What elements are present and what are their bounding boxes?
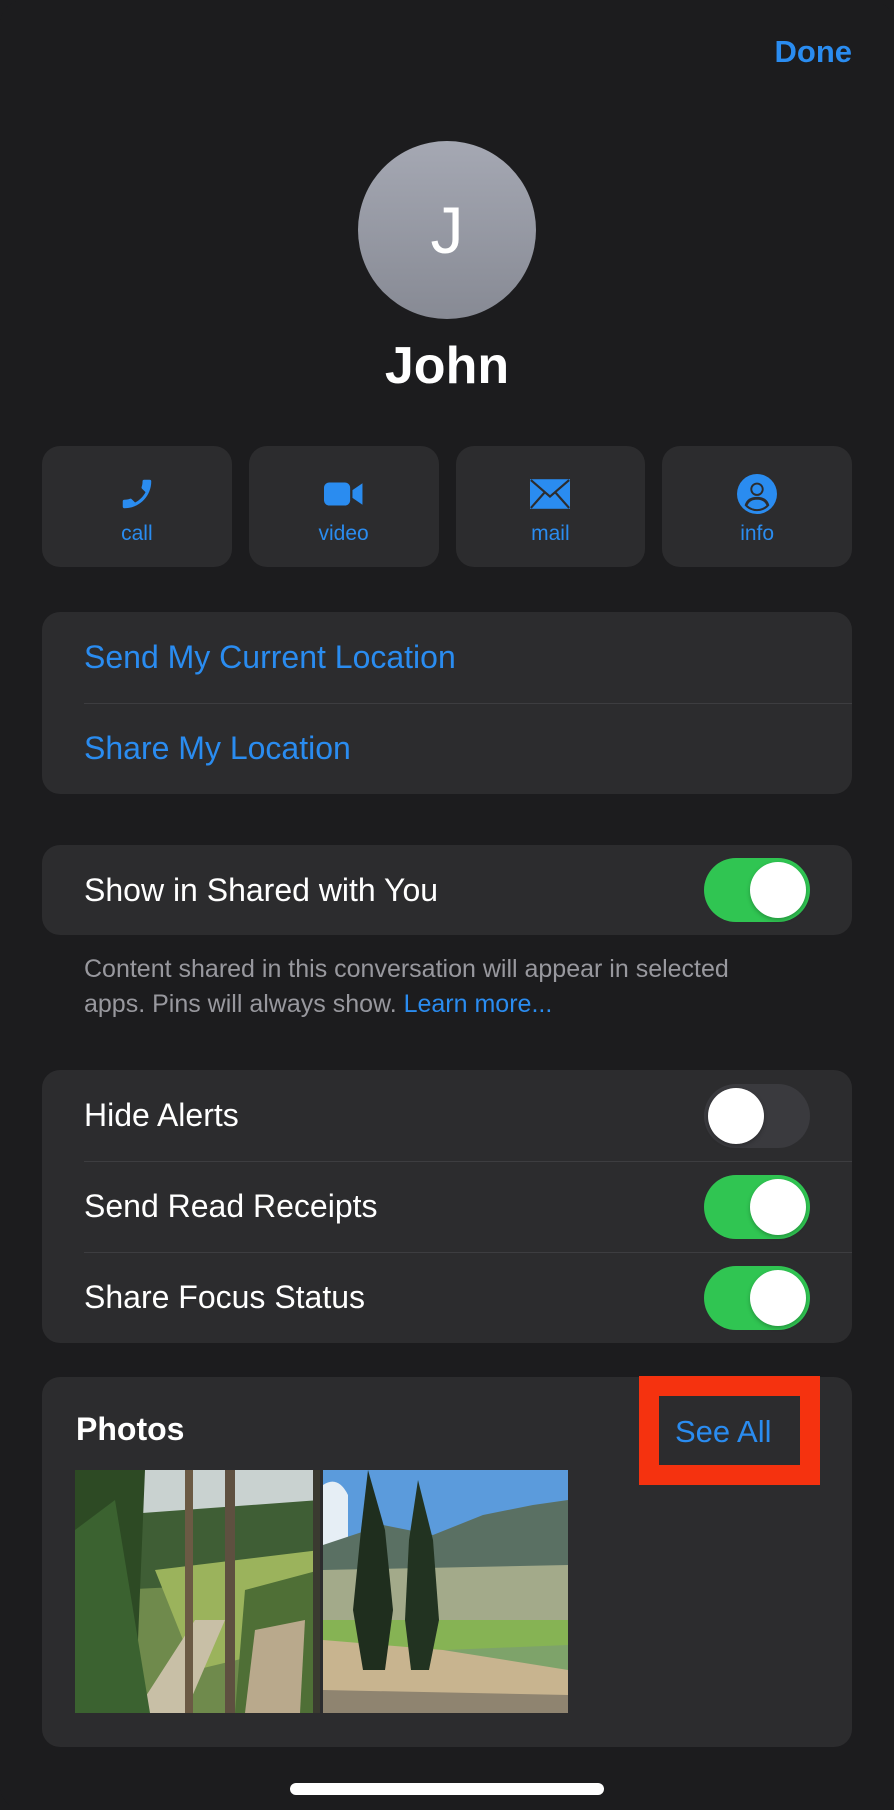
share-location-link[interactable]: Share My Location xyxy=(84,730,810,767)
conversation-settings-card: Hide Alerts Send Read Receipts Share Foc… xyxy=(42,1070,852,1343)
toggle-knob xyxy=(750,1269,806,1326)
video-button[interactable]: video xyxy=(248,446,439,567)
envelope-icon xyxy=(530,474,571,514)
contact-name: John xyxy=(384,337,510,395)
shared-with-you-row: Show in Shared with You xyxy=(42,845,852,935)
home-indicator[interactable] xyxy=(290,1783,604,1795)
photos-card: Photos See All xyxy=(42,1377,852,1747)
toggle-knob xyxy=(750,1178,806,1235)
focus-status-row: Share Focus Status xyxy=(42,1252,852,1343)
shared-with-you-label: Show in Shared with You xyxy=(84,871,439,908)
mountain-photo xyxy=(323,1470,568,1713)
send-current-location-row[interactable]: Send My Current Location xyxy=(42,612,852,703)
video-label: video xyxy=(318,521,369,545)
shared-with-you-card: Show in Shared with You xyxy=(42,845,852,935)
avatar[interactable]: J xyxy=(358,141,536,319)
hide-alerts-toggle[interactable] xyxy=(704,1083,810,1148)
read-receipts-row: Send Read Receipts xyxy=(42,1161,852,1252)
learn-more-link[interactable]: Learn more... xyxy=(404,990,553,1018)
info-button[interactable]: info xyxy=(662,446,852,567)
contact-details-screen: Done J John call video mail info Send My… xyxy=(0,0,894,1810)
done-button[interactable]: Done xyxy=(775,34,853,70)
read-receipts-label: Send Read Receipts xyxy=(84,1188,378,1224)
share-location-row[interactable]: Share My Location xyxy=(42,703,852,794)
phone-icon xyxy=(117,474,157,514)
focus-status-toggle[interactable] xyxy=(704,1265,810,1330)
shared-with-you-footnote: Content shared in this conversation will… xyxy=(84,952,784,1022)
location-card: Send My Current Location Share My Locati… xyxy=(42,612,852,794)
hide-alerts-label: Hide Alerts xyxy=(84,1097,239,1133)
see-all-button[interactable]: See All xyxy=(675,1414,772,1450)
info-label: info xyxy=(740,521,775,545)
mail-label: mail xyxy=(531,521,570,545)
photo-thumbnail[interactable] xyxy=(75,1470,320,1713)
forest-photo xyxy=(75,1470,320,1713)
focus-status-label: Share Focus Status xyxy=(84,1279,366,1315)
person-circle-icon xyxy=(737,473,778,514)
mail-button[interactable]: mail xyxy=(455,446,646,567)
quick-actions: call video mail info xyxy=(42,446,852,567)
toggle-knob xyxy=(750,862,806,918)
shared-with-you-toggle[interactable] xyxy=(704,858,810,922)
video-camera-icon xyxy=(323,474,364,514)
photo-thumbnail[interactable] xyxy=(323,1470,568,1713)
call-button[interactable]: call xyxy=(42,446,232,567)
avatar-initial: J xyxy=(430,193,464,267)
photos-title: Photos xyxy=(76,1411,185,1447)
call-label: call xyxy=(121,521,153,545)
send-current-location-link[interactable]: Send My Current Location xyxy=(84,639,810,676)
toggle-knob xyxy=(708,1087,764,1144)
read-receipts-toggle[interactable] xyxy=(704,1174,810,1239)
hide-alerts-row: Hide Alerts xyxy=(42,1070,852,1161)
